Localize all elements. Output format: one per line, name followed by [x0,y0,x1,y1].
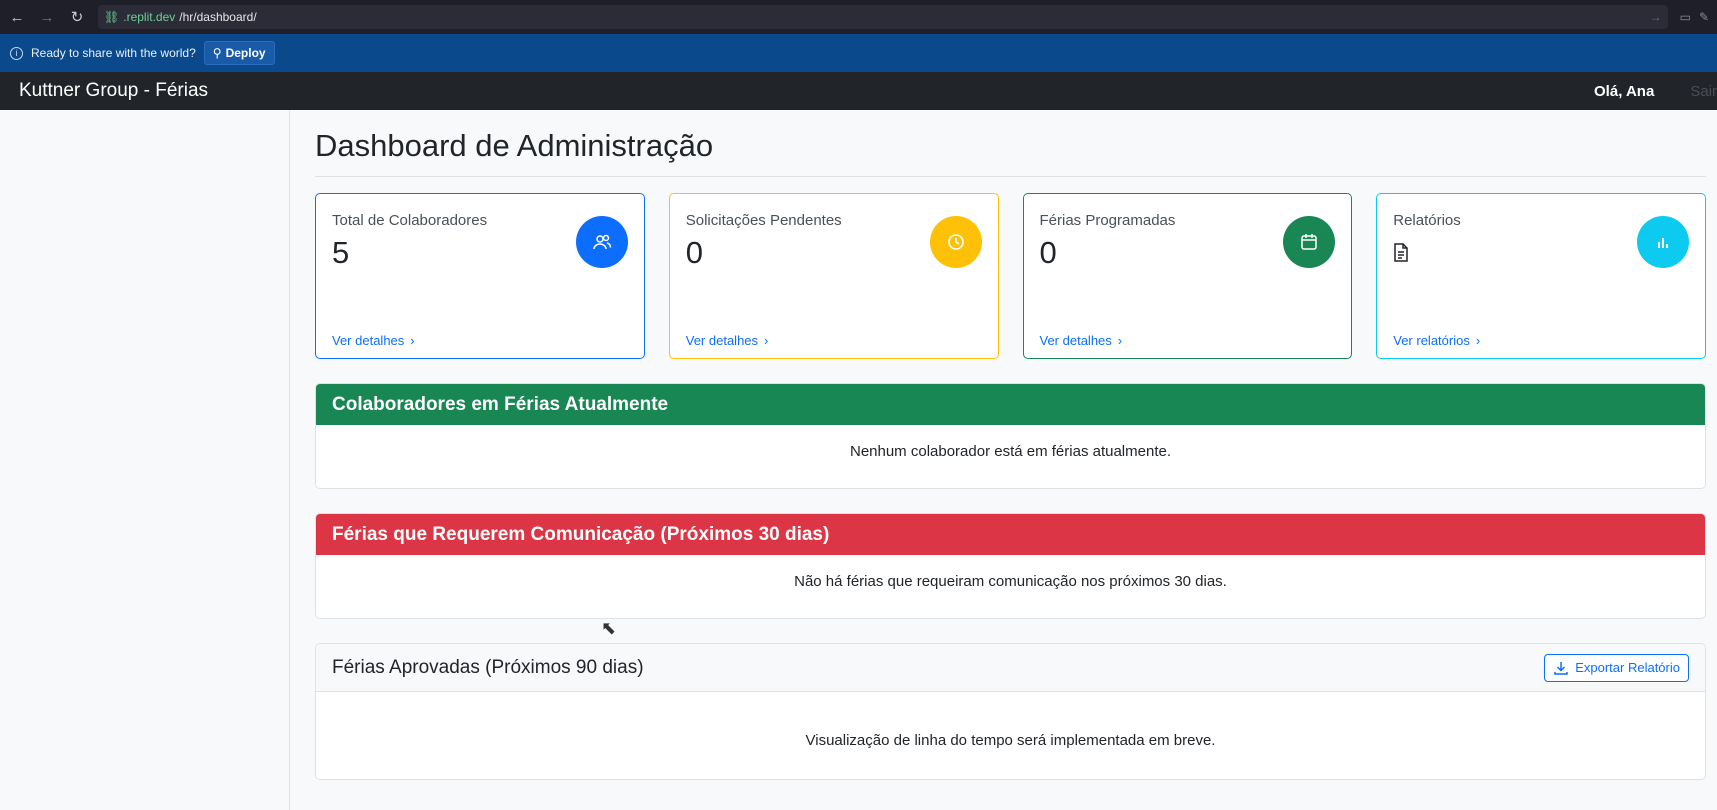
back-arrow-icon[interactable]: ← [8,8,26,26]
link-label: Ver detalhes [685,333,759,348]
card-scheduled-vacations: Férias Programadas 0 Ver detalhes › [1022,193,1353,359]
brand-link[interactable]: Kuttner Group - Férias [19,80,208,102]
details-link[interactable]: Ver detalhes › [686,333,982,348]
logout-link[interactable]: Sair [1690,83,1717,100]
panel-message: Nenhum colaborador está em férias atualm… [849,443,1171,460]
go-arrow-icon[interactable]: → [1650,10,1662,24]
panel-title: Férias que Requerem Comunicação (Próximo… [316,514,1705,555]
reload-icon[interactable]: ↻ [68,8,86,26]
info-icon: i [10,46,23,60]
wrench-icon[interactable]: ✎ [1699,10,1709,24]
calendar-icon [1283,216,1336,268]
link-icon: ⛓ [104,10,120,24]
card-total-employees: Total de Colaboradores 5 Ver detalhes › [315,193,645,359]
download-icon [1554,661,1568,675]
url-domain: .replit.dev [123,10,176,24]
users-icon [575,216,628,268]
card-pending-requests: Solicitações Pendentes 0 Ver detalhes › [668,193,999,359]
deploy-label: Deploy [225,46,266,60]
chevron-right-icon: › [764,333,769,348]
monitor-icon[interactable]: ▭ [1680,10,1691,24]
chevron-right-icon: › [1117,333,1123,348]
browser-toolbar: ← → ↻ ⛓ .replit.dev/hr/dashboard/ → ▭ ✎ [0,0,1717,34]
deploy-message: Ready to share with the world? [31,46,196,60]
panel-message: Não há férias que requeiram comunicação … [794,573,1227,590]
chevron-right-icon: › [410,333,415,348]
panel-message: Visualização de linha do tempo será impl… [805,732,1216,749]
page-title: Dashboard de Administração [315,110,1706,177]
details-link[interactable]: Ver detalhes › [332,333,628,348]
sidebar [0,110,290,810]
panel-title: Férias Aprovadas (Próximos 90 dias) [332,656,644,678]
bar-chart-icon [1637,216,1689,268]
mouse-cursor-icon: ⬉ [601,618,617,638]
panel-communication: Férias que Requerem Comunicação (Próximo… [315,513,1706,619]
card-reports: Relatórios Ver relatórios › [1376,193,1706,359]
url-input[interactable]: ⛓ .replit.dev/hr/dashboard/ → [98,5,1668,29]
export-label: Exportar Relatório [1575,660,1680,675]
panel-on-vacation: Colaboradores em Férias Atualmente Nenhu… [315,383,1706,489]
panel-approved: Férias Aprovadas (Próximos 90 dias) Expo… [315,643,1706,780]
clock-icon [929,216,982,268]
chevron-right-icon: › [1475,333,1481,348]
url-path: /hr/dashboard/ [179,10,257,24]
deploy-button[interactable]: ⚲ Deploy [203,41,275,65]
link-label: Ver detalhes [1039,333,1112,348]
stat-cards: Total de Colaboradores 5 Ver detalhes › S… [315,193,1706,359]
main-content: Dashboard de Administração Total de Cola… [290,110,1717,810]
deploy-banner: i Ready to share with the world? ⚲ Deplo… [0,34,1717,72]
link-label: Ver relatórios [1393,333,1470,348]
link-label: Ver detalhes [332,333,405,348]
reports-link[interactable]: Ver relatórios › [1393,333,1689,348]
user-greeting: Olá, Ana [1594,82,1655,100]
panel-title: Colaboradores em Férias Atualmente [316,384,1705,425]
export-report-button[interactable]: Exportar Relatório [1544,653,1689,682]
forward-arrow-icon[interactable]: → [38,8,56,26]
app-navbar: Kuttner Group - Férias Olá, Ana Sair [0,72,1717,110]
panel-header: Férias Aprovadas (Próximos 90 dias) Expo… [316,644,1705,692]
deploy-icon: ⚲ [212,46,222,60]
details-link[interactable]: Ver detalhes › [1040,333,1336,348]
